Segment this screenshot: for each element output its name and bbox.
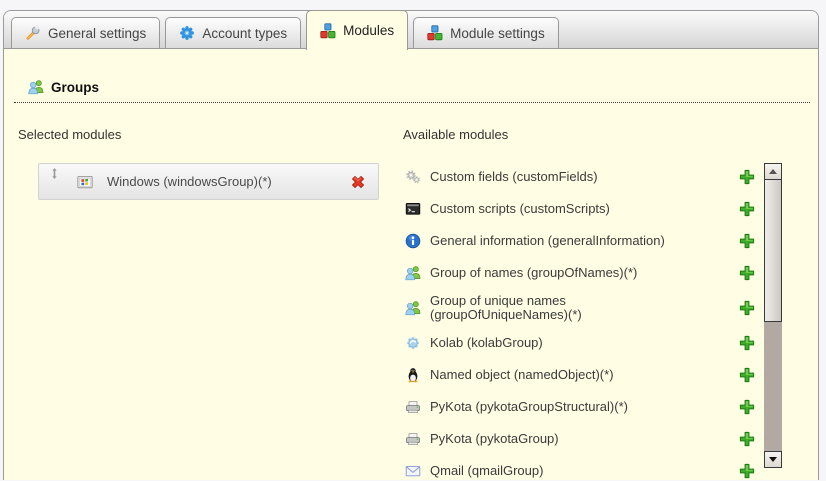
selected-modules-label: Selected modules — [18, 127, 121, 142]
module-label: PyKota (pykotaGroupStructural)(*) — [430, 400, 739, 414]
add-module-button[interactable] — [739, 431, 755, 447]
add-module-button[interactable] — [739, 169, 755, 185]
add-module-button[interactable] — [739, 463, 755, 479]
tab-label: General settings — [48, 26, 146, 41]
red-cross-icon — [350, 174, 366, 190]
list-item: Qmail (qmailGroup) — [405, 455, 761, 481]
scrollbar-thumb[interactable] — [764, 180, 782, 322]
triangle-down-icon — [769, 457, 777, 462]
selected-module-label: Windows (windowsGroup)(*) — [107, 174, 350, 189]
module-label: Named object (namedObject)(*) — [430, 368, 739, 382]
vertical-scrollbar — [764, 163, 782, 468]
printer-icon — [405, 431, 421, 447]
group-persons-icon — [405, 265, 421, 281]
wrench-icon — [25, 25, 41, 41]
tab-label: Module settings — [450, 26, 545, 41]
list-item: Custom scripts (customScripts) — [405, 193, 761, 225]
module-label: Qmail (qmailGroup) — [430, 464, 739, 478]
scroll-up-button[interactable] — [764, 163, 782, 180]
tab-account-types[interactable]: Account types — [165, 17, 301, 48]
module-label: Kolab (kolabGroup) — [430, 336, 739, 350]
module-label: Group of names (groupOfNames)(*) — [430, 266, 739, 280]
config-page: General settings Account types Modules M… — [0, 0, 826, 481]
selected-module-row: Windows (windowsGroup)(*) — [38, 163, 379, 200]
groups-section-heading: Groups — [14, 79, 810, 103]
add-plus-icon — [739, 335, 755, 351]
add-module-button[interactable] — [739, 201, 755, 217]
list-item: Named object (namedObject)(*) — [405, 359, 761, 391]
add-plus-icon — [739, 169, 755, 185]
blue-gear-icon — [179, 25, 195, 41]
scroll-down-button[interactable] — [764, 451, 782, 468]
tab-label: Account types — [202, 26, 287, 41]
drag-handle[interactable] — [48, 162, 61, 202]
updown-arrow-icon — [48, 167, 61, 180]
tab-bar: General settings Account types Modules M… — [4, 11, 818, 49]
module-label: Custom fields (customFields) — [430, 170, 739, 184]
list-item: PyKota (pykotaGroupStructural)(*) — [405, 391, 761, 423]
scrollbar-track[interactable] — [764, 322, 782, 451]
cubes-icon — [320, 23, 336, 39]
list-item: Group of unique names(groupOfUniqueNames… — [405, 289, 761, 327]
add-plus-icon — [739, 300, 755, 316]
mail-icon — [405, 463, 421, 479]
tab-module-settings[interactable]: Module settings — [413, 17, 559, 48]
settings-panel: General settings Account types Modules M… — [3, 10, 819, 480]
tab-modules[interactable]: Modules — [306, 10, 408, 50]
list-item: Custom fields (customFields) — [405, 161, 761, 193]
add-module-button[interactable] — [739, 265, 755, 281]
remove-module-button[interactable] — [350, 174, 366, 190]
penguin-icon — [405, 367, 421, 383]
add-plus-icon — [739, 431, 755, 447]
list-item: General information (generalInformation) — [405, 225, 761, 257]
printer-icon — [405, 399, 421, 415]
add-plus-icon — [739, 265, 755, 281]
available-modules-label: Available modules — [403, 127, 508, 142]
list-item: Kolab (kolabGroup) — [405, 327, 761, 359]
group-persons-icon — [28, 79, 44, 95]
triangle-up-icon — [769, 169, 777, 174]
module-label: Custom scripts (customScripts) — [430, 202, 739, 216]
add-plus-icon — [739, 367, 755, 383]
windows-icon — [77, 174, 93, 190]
group-persons-icon — [405, 300, 421, 316]
add-plus-icon — [739, 399, 755, 415]
add-module-button[interactable] — [739, 300, 755, 316]
module-label: General information (generalInformation) — [430, 234, 739, 248]
available-modules-list: Custom fields (customFields) Custom scri… — [405, 161, 761, 481]
cubes-icon — [427, 25, 443, 41]
list-item: Group of names (groupOfNames)(*) — [405, 257, 761, 289]
module-label: PyKota (pykotaGroup) — [430, 432, 739, 446]
list-item: PyKota (pykotaGroup) — [405, 423, 761, 455]
add-plus-icon — [739, 233, 755, 249]
section-title: Groups — [51, 80, 99, 95]
add-module-button[interactable] — [739, 367, 755, 383]
add-module-button[interactable] — [739, 233, 755, 249]
add-plus-icon — [739, 201, 755, 217]
add-module-button[interactable] — [739, 335, 755, 351]
tab-general-settings[interactable]: General settings — [11, 17, 160, 48]
gears-icon — [405, 169, 421, 185]
add-plus-icon — [739, 463, 755, 479]
add-module-button[interactable] — [739, 399, 755, 415]
tab-label: Modules — [343, 23, 394, 38]
terminal-icon — [405, 201, 421, 217]
module-label: Group of unique names(groupOfUniqueNames… — [430, 294, 739, 322]
info-icon — [405, 233, 421, 249]
kolab-gear-icon — [405, 335, 421, 351]
